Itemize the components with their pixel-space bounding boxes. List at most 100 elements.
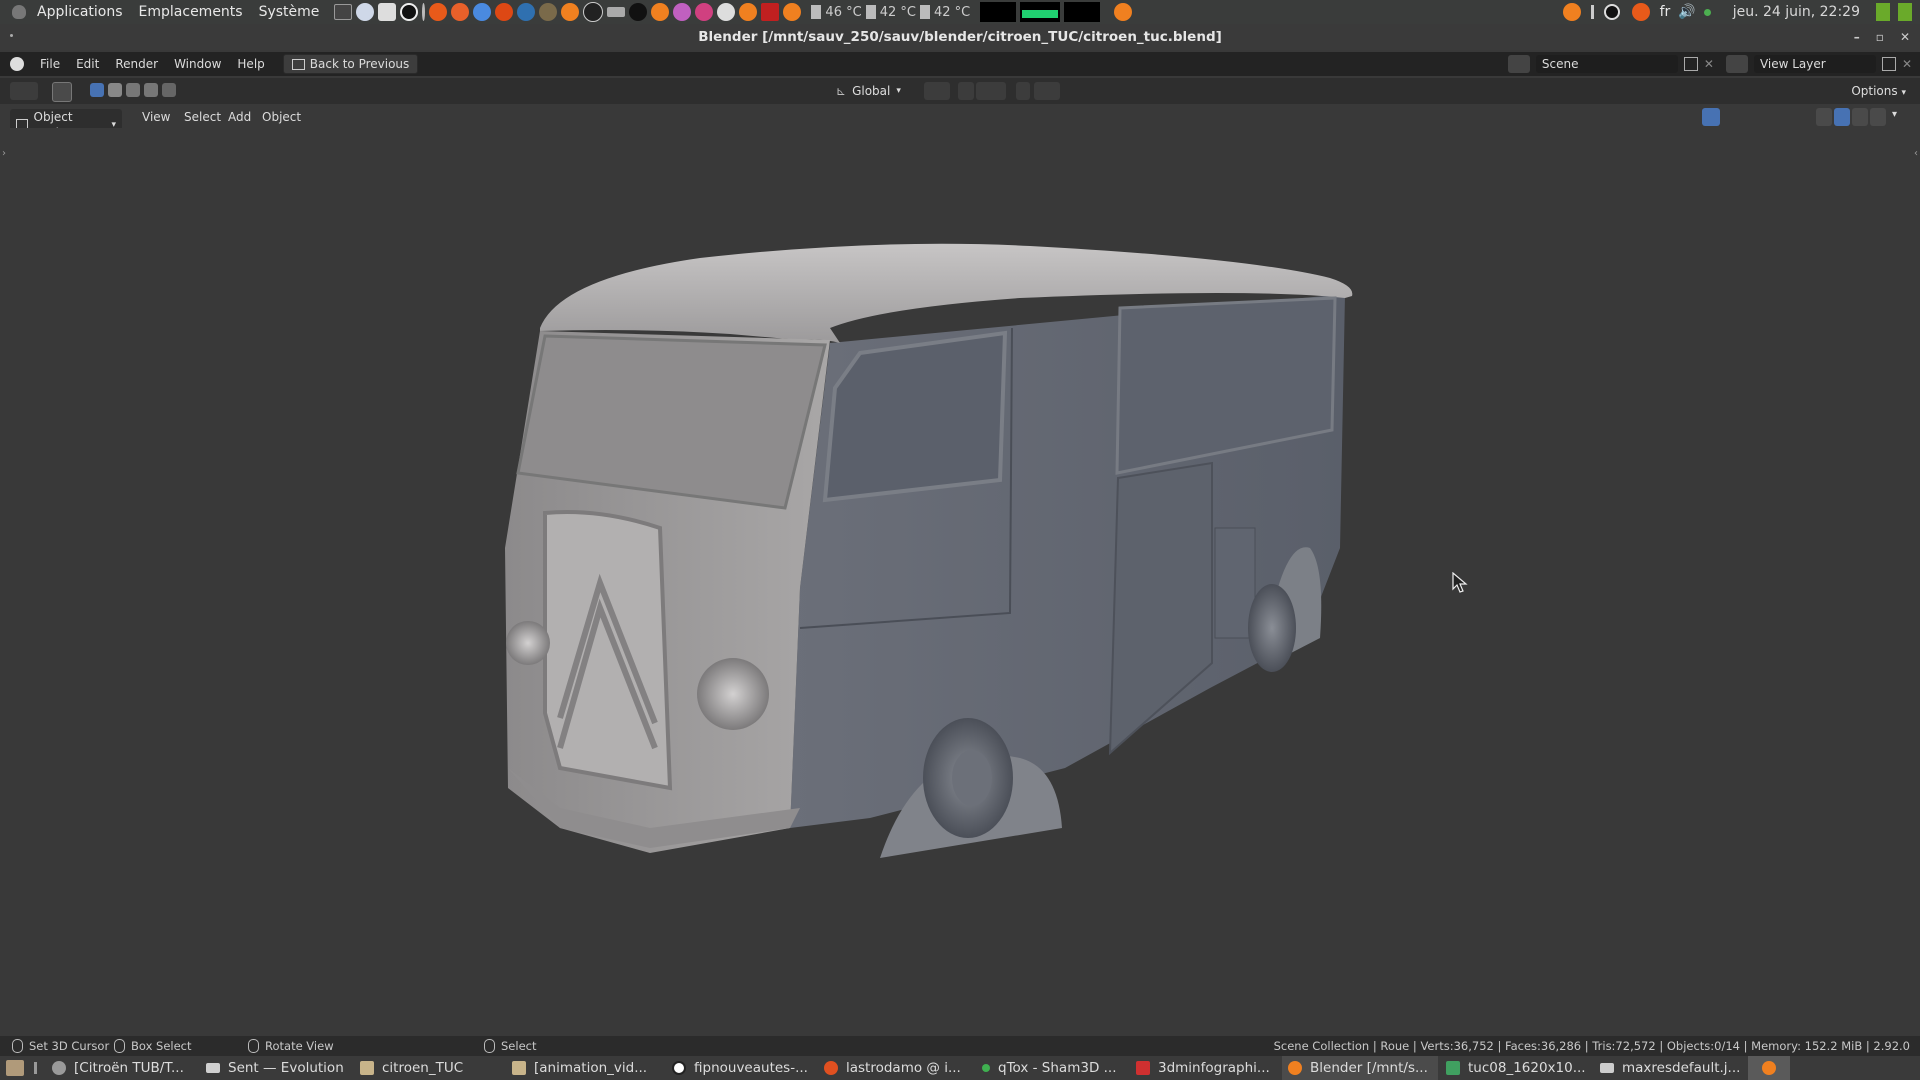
task-app-icon <box>52 1061 66 1075</box>
camera-icon[interactable] <box>607 7 626 17</box>
terminal-icon[interactable] <box>334 4 353 20</box>
window-title-bar[interactable]: Blender [/mnt/sauv_250/sauv/blender/citr… <box>0 24 1920 50</box>
skull-icon[interactable] <box>717 3 736 21</box>
blender-tray-icon[interactable] <box>1114 3 1133 21</box>
task-image-tuc08[interactable]: tuc08_1620x10... <box>1440 1056 1586 1080</box>
visibility-icon[interactable] <box>1666 108 1692 126</box>
workspace-2-icon[interactable] <box>1898 3 1912 21</box>
task-evolution[interactable]: Sent — Evolution <box>200 1056 344 1080</box>
close-x-icon[interactable] <box>429 3 448 21</box>
delete-view-layer-icon[interactable]: ✕ <box>1902 57 1912 71</box>
select-extend-icon[interactable] <box>108 83 122 97</box>
menu-applications[interactable]: Applications <box>32 4 128 20</box>
menu-file[interactable]: File <box>32 52 68 76</box>
menu-view[interactable]: View <box>136 109 176 125</box>
material-shading-icon[interactable] <box>1852 108 1868 126</box>
gizmo-toggle-icon[interactable] <box>1702 108 1720 126</box>
workspace-1-icon[interactable] <box>1876 3 1890 21</box>
new-scene-icon[interactable] <box>1683 57 1698 71</box>
wireframe-shading-icon[interactable] <box>1816 108 1832 126</box>
krita-icon[interactable] <box>673 3 692 21</box>
show-desktop-icon[interactable] <box>6 1060 24 1076</box>
rendered-shading-icon[interactable] <box>1870 108 1886 126</box>
app-a-icon[interactable] <box>400 3 419 21</box>
menu-help[interactable]: Help <box>229 52 272 76</box>
orientation-dropdown[interactable]: ⊾ Global ▾ <box>836 82 914 100</box>
scene-selector[interactable]: Scene <box>1535 55 1678 73</box>
clock[interactable]: jeu. 24 juin, 22:29 <box>1733 4 1860 20</box>
task-fip[interactable]: fipnouveautes-... <box>666 1056 808 1080</box>
keyboard-layout[interactable]: fr <box>1660 4 1671 20</box>
task-image-maxres[interactable]: maxresdefault.j... <box>1594 1056 1740 1080</box>
filezilla-icon[interactable] <box>761 3 780 21</box>
delete-scene-icon[interactable]: ✕ <box>1704 57 1714 71</box>
close-icon[interactable]: ✕ <box>1900 30 1910 44</box>
task-folder-animation[interactable]: [animation_vid... <box>506 1056 647 1080</box>
disc-icon[interactable] <box>356 3 375 21</box>
scene-icon[interactable] <box>1507 55 1530 73</box>
solid-shading-icon[interactable] <box>1834 108 1850 126</box>
xray-toggle-icon[interactable] <box>1790 108 1806 126</box>
select-subtract-icon[interactable] <box>126 83 140 97</box>
menu-emplacements[interactable]: Emplacements <box>134 4 248 20</box>
blender-launcher-3-icon[interactable] <box>739 3 758 21</box>
chromium-icon[interactable] <box>473 3 492 21</box>
volume-icon[interactable]: 🔊 <box>1678 4 1695 20</box>
citroen-van-model[interactable] <box>0 128 1920 1036</box>
menu-object[interactable]: Object <box>256 109 307 125</box>
maximize-icon[interactable]: ▫ <box>1876 30 1884 44</box>
blender-launcher-2-icon[interactable] <box>651 3 670 21</box>
select-tool-icon[interactable] <box>52 82 72 102</box>
select-new-icon[interactable] <box>90 83 104 97</box>
menu-render[interactable]: Render <box>107 52 166 76</box>
task-blender[interactable]: Blender [/mnt/s... <box>1282 1056 1438 1080</box>
editor-type-icon[interactable] <box>10 82 38 100</box>
blender-launcher-icon[interactable] <box>561 3 580 21</box>
minimize-icon[interactable]: – <box>1854 30 1860 44</box>
snap-target-icon[interactable] <box>976 82 1006 100</box>
proportional-edit-icon[interactable] <box>1016 82 1030 100</box>
blender-launcher-4-icon[interactable] <box>783 3 802 21</box>
snap-icon[interactable] <box>958 82 974 100</box>
editor-icon[interactable] <box>378 3 397 21</box>
menu-edit[interactable]: Edit <box>68 52 107 76</box>
blender-tray-2-icon[interactable] <box>1562 3 1581 21</box>
videoconf-icon[interactable] <box>517 3 536 21</box>
view-layer-icon[interactable] <box>1725 55 1748 73</box>
select-difference-icon[interactable] <box>144 83 158 97</box>
3d-viewport[interactable]: › ‹ <box>0 128 1920 1036</box>
blender-tray-active-icon[interactable] <box>1748 1056 1790 1080</box>
overlay-toggle-icon[interactable] <box>1746 108 1774 126</box>
select-intersect-icon[interactable] <box>162 83 176 97</box>
close-tray-icon[interactable] <box>1631 3 1650 21</box>
menu-window[interactable]: Window <box>166 52 229 76</box>
obs-tray-icon[interactable] <box>1603 4 1620 20</box>
obs-icon[interactable] <box>583 2 604 22</box>
blender-logo-icon[interactable] <box>10 57 24 71</box>
menu-select[interactable]: Select <box>178 109 227 125</box>
dots-menu-icon[interactable] <box>1590 5 1594 19</box>
window-menu-dot[interactable] <box>10 34 13 37</box>
mouse-middle-icon <box>248 1039 259 1053</box>
task-irc[interactable]: lastrodamo @ i... <box>818 1056 961 1080</box>
shading-options-chevron-icon[interactable]: ▾ <box>1892 109 1897 120</box>
pinwheel-icon[interactable] <box>695 3 714 21</box>
ubuntu-icon[interactable] <box>495 3 514 21</box>
task-folder-citroen[interactable]: citroen_TUC <box>354 1056 463 1080</box>
falloff-icon[interactable] <box>1034 82 1060 100</box>
back-to-previous-button[interactable]: Back to Previous <box>282 54 419 74</box>
menu-add[interactable]: Add <box>222 109 257 125</box>
inkscape-icon[interactable] <box>629 3 648 21</box>
gimp-icon[interactable] <box>539 3 558 21</box>
task-citroen-tub[interactable]: [Citroën TUB/T... <box>46 1056 184 1080</box>
view-layer-selector[interactable]: View Layer <box>1753 55 1876 73</box>
new-view-layer-icon[interactable] <box>1881 57 1896 71</box>
firefox-icon[interactable] <box>451 3 470 21</box>
more-icon[interactable] <box>422 3 426 21</box>
task-qtox[interactable]: qTox - Sham3D ... <box>976 1056 1117 1080</box>
menu-systeme[interactable]: Système <box>254 4 325 20</box>
options-dropdown[interactable]: Options ▾ <box>1845 82 1912 100</box>
task-filezilla[interactable]: 3dminfographi... <box>1130 1056 1270 1080</box>
chevron-down-icon: ▾ <box>896 86 901 96</box>
pivot-icon[interactable] <box>924 82 950 100</box>
